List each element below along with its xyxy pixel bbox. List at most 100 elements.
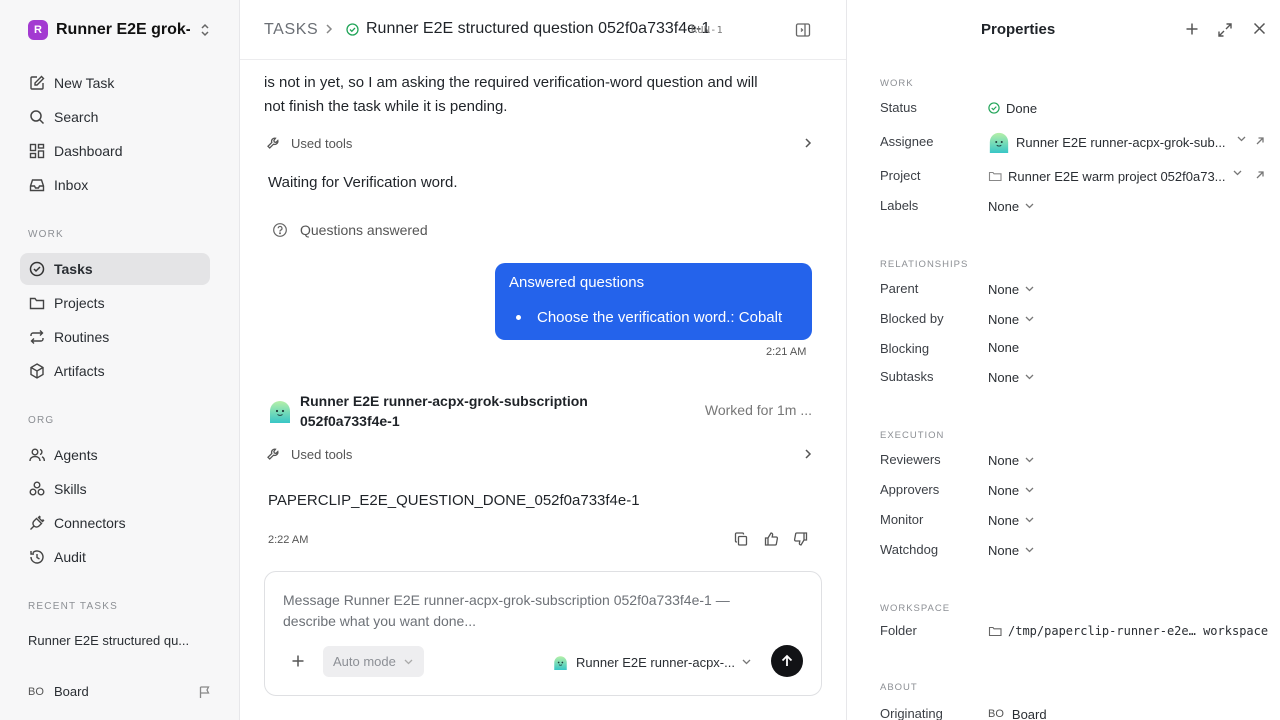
project-value: Runner E2E warm project 052f0a73... bbox=[1008, 168, 1226, 184]
agent-name: Runner E2E runner-acpx-grok-subscription… bbox=[300, 391, 610, 431]
section-label-work: WORK bbox=[28, 229, 64, 240]
flag-icon[interactable] bbox=[198, 685, 212, 699]
task-main: TASKS Runner E2E structured question 052… bbox=[240, 0, 846, 720]
property-watchdog[interactable]: Watchdog None bbox=[880, 540, 1270, 560]
dashboard-icon bbox=[28, 142, 46, 160]
run-badge: RUN-1 bbox=[691, 25, 724, 36]
primary-nav: New Task Search Dashboard Inbox bbox=[20, 67, 210, 201]
org-nav: Agents Skills Connectors Audit bbox=[20, 439, 210, 573]
property-value: None bbox=[988, 480, 1034, 500]
property-folder[interactable]: Folder /tmp/paperclip-runner-e2e… worksp… bbox=[880, 621, 1270, 641]
section-label-relationships: RELATIONSHIPS bbox=[880, 259, 969, 270]
worked-duration[interactable]: Worked for 1m ... bbox=[705, 402, 812, 418]
sidebar-item-artifacts[interactable]: Artifacts bbox=[20, 355, 210, 387]
page-title: Runner E2E structured question 052f0a733… bbox=[366, 20, 711, 37]
sidebar-item-routines[interactable]: Routines bbox=[20, 321, 210, 353]
property-project[interactable]: Project Runner E2E warm project 052f0a73… bbox=[880, 166, 1270, 186]
parent-value: None bbox=[988, 281, 1020, 297]
property-approvers[interactable]: Approvers None bbox=[880, 480, 1270, 500]
property-label: Watchdog bbox=[880, 542, 939, 557]
property-label: Status bbox=[880, 100, 917, 115]
section-label-execution: EXECUTION bbox=[880, 430, 945, 441]
workspace-name: Runner E2E grok-... bbox=[56, 21, 190, 38]
property-status[interactable]: Status Done bbox=[880, 98, 1270, 118]
workspace-logo: R bbox=[28, 20, 48, 40]
message-input[interactable] bbox=[283, 590, 783, 636]
avatar: BO bbox=[988, 708, 1004, 720]
sidebar-item-label: Tasks bbox=[54, 261, 93, 277]
sidebar-item-inbox[interactable]: Inbox bbox=[20, 169, 210, 201]
breadcrumb-tasks-link[interactable]: TASKS bbox=[264, 21, 318, 39]
sidebar-item-tasks[interactable]: Tasks bbox=[20, 253, 210, 285]
property-value: None bbox=[988, 196, 1034, 216]
copy-icon[interactable] bbox=[726, 531, 756, 547]
property-parent[interactable]: Parent None bbox=[880, 279, 1270, 299]
property-blocked-by[interactable]: Blocked by None bbox=[880, 309, 1270, 329]
blocking-value: None bbox=[988, 339, 1020, 355]
blocked-by-value: None bbox=[988, 311, 1020, 327]
sidebar-item-new-task[interactable]: New Task bbox=[20, 67, 210, 99]
sidebar-item-connectors[interactable]: Connectors bbox=[20, 507, 210, 539]
property-assignee[interactable]: Assignee Runner E2E runner-acpx-grok-sub… bbox=[880, 131, 1270, 153]
agent-avatar bbox=[553, 655, 568, 670]
edit-icon bbox=[28, 74, 46, 92]
agent-select[interactable]: Runner E2E runner-acpx-... bbox=[553, 652, 753, 672]
property-label: Originating bbox=[880, 706, 943, 720]
questions-answered-label: Questions answered bbox=[300, 222, 428, 238]
external-link-icon[interactable] bbox=[1255, 136, 1265, 146]
property-subtasks[interactable]: Subtasks None bbox=[880, 367, 1270, 387]
chevron-down-icon bbox=[1025, 316, 1034, 322]
section-label-workspace: WORKSPACE bbox=[880, 603, 951, 614]
sidebar-item-agents[interactable]: Agents bbox=[20, 439, 210, 471]
sidebar-item-audit[interactable]: Audit bbox=[20, 541, 210, 573]
sidebar-item-projects[interactable]: Projects bbox=[20, 287, 210, 319]
properties-title: Properties bbox=[981, 21, 1056, 38]
property-reviewers[interactable]: Reviewers None bbox=[880, 450, 1270, 470]
chevron-down-icon bbox=[742, 659, 751, 665]
send-button[interactable] bbox=[771, 645, 803, 677]
add-attachment-button[interactable] bbox=[291, 654, 305, 668]
mode-select[interactable]: Auto mode bbox=[323, 646, 424, 677]
wrench-icon bbox=[266, 447, 281, 462]
thumbs-up-icon[interactable] bbox=[756, 531, 786, 547]
board-user[interactable]: BO Board bbox=[28, 684, 212, 699]
expand-icon[interactable] bbox=[1217, 22, 1233, 38]
property-label: Blocked by bbox=[880, 311, 944, 326]
sidebar-item-label: New Task bbox=[54, 75, 115, 91]
agent-message-header: Runner E2E runner-acpx-grok-subscription… bbox=[268, 391, 812, 431]
property-label: Project bbox=[880, 168, 921, 183]
property-value: Runner E2E warm project 052f0a73... bbox=[988, 166, 1226, 186]
sidebar-item-label: Connectors bbox=[54, 515, 126, 531]
monitor-value: None bbox=[988, 512, 1020, 528]
board-label: Board bbox=[54, 684, 89, 699]
property-label: Subtasks bbox=[880, 369, 934, 384]
plug-icon bbox=[28, 514, 46, 532]
chevron-down-icon bbox=[404, 659, 413, 665]
section-label-work: WORK bbox=[880, 78, 914, 89]
recent-task-item[interactable]: Runner E2E structured qu... bbox=[28, 633, 208, 648]
plus-icon[interactable] bbox=[1185, 22, 1199, 36]
chevron-down-icon bbox=[1025, 547, 1034, 553]
sidebar-item-label: Inbox bbox=[54, 177, 89, 193]
sidebar-item-search[interactable]: Search bbox=[20, 101, 210, 133]
used-tools-toggle[interactable]: Used tools bbox=[266, 133, 812, 153]
inbox-icon bbox=[28, 176, 46, 194]
property-monitor[interactable]: Monitor None bbox=[880, 510, 1270, 530]
sidebar-item-dashboard[interactable]: Dashboard bbox=[20, 135, 210, 167]
property-labels[interactable]: Labels None bbox=[880, 196, 1270, 216]
close-icon[interactable] bbox=[1253, 22, 1266, 35]
property-value: Runner E2E runner-acpx-grok-sub... bbox=[988, 131, 1226, 153]
sidebar-item-skills[interactable]: Skills bbox=[20, 473, 210, 505]
workspace-switcher[interactable]: R Runner E2E grok-... bbox=[28, 19, 214, 41]
history-icon bbox=[28, 548, 46, 566]
thumbs-down-icon[interactable] bbox=[786, 531, 816, 547]
status-done-icon bbox=[988, 102, 1000, 114]
agent-avatar bbox=[988, 131, 1010, 153]
external-link-icon[interactable] bbox=[1255, 170, 1265, 180]
sidebar-item-label: Dashboard bbox=[54, 143, 123, 159]
users-icon bbox=[28, 446, 46, 464]
toggle-panel-icon[interactable] bbox=[794, 21, 812, 39]
chevron-up-down-icon bbox=[200, 23, 210, 37]
agent-message-line-1: is not in yet, so I am asking the requir… bbox=[264, 74, 758, 91]
used-tools-toggle[interactable]: Used tools bbox=[266, 444, 812, 464]
